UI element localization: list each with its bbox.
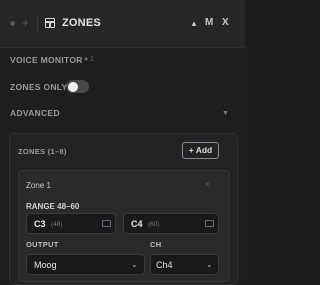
zones-only-toggle[interactable] (66, 80, 89, 93)
high-note-input[interactable]: C4 (60) (123, 213, 219, 234)
output-label: OUTPUT (26, 240, 59, 249)
low-note-input[interactable]: C3 (48) (26, 213, 116, 234)
voice-monitor-indicator-icon: ● (84, 56, 89, 63)
keyboard-icon[interactable] (205, 220, 214, 227)
toggle-knob (67, 81, 78, 92)
channel-select[interactable]: Ch4 ⌄ (150, 254, 219, 275)
low-note: C3 (34, 219, 46, 229)
panel-layout-icon (45, 18, 55, 28)
drag-handle-icon[interactable] (10, 21, 15, 26)
panel-title: ZONES (62, 17, 101, 29)
remove-zone-icon[interactable]: ✕ (204, 180, 211, 189)
keyboard-icon[interactable] (102, 220, 111, 227)
high-note-value: (60) (148, 220, 160, 228)
minimize-button[interactable]: M (205, 17, 213, 29)
range-label: RANGE 48–60 (26, 202, 80, 211)
channel-value: Ch4 (156, 260, 173, 270)
zone-card: Zone 1 ✕ RANGE 48–60 C3 (48) C4 (60) OUT… (18, 170, 230, 282)
advanced-chevron-icon[interactable]: ▼ (222, 110, 229, 117)
low-note-value: (48) (51, 220, 63, 228)
advanced-label[interactable]: ADVANCED (10, 108, 60, 118)
close-button[interactable]: X (222, 17, 229, 29)
header-divider (37, 16, 38, 32)
chevron-down-icon: ⌄ (131, 260, 138, 269)
voice-monitor-count: 1 (90, 56, 94, 63)
zones-heading: ZONES (1–8) (18, 147, 67, 156)
output-value: Moog (34, 260, 57, 270)
add-zone-button[interactable]: + Add (182, 142, 219, 159)
channel-label: CH (150, 240, 162, 249)
zones-only-label: ZONES ONLY (10, 82, 68, 92)
voice-monitor-label: VOICE MONITOR (10, 55, 83, 65)
zones-panel: + ZONES ▲ M X VOICE MONITOR ● 1 ZONES ON… (0, 0, 245, 285)
collapse-up-icon[interactable]: ▲ (190, 18, 198, 30)
high-note: C4 (131, 219, 143, 229)
chevron-down-icon: ⌄ (206, 260, 213, 269)
panel-header: + ZONES ▲ M X (0, 0, 245, 48)
add-panel-icon[interactable]: + (22, 16, 29, 30)
zone-name: Zone 1 (26, 181, 51, 190)
output-select[interactable]: Moog ⌄ (26, 254, 145, 275)
